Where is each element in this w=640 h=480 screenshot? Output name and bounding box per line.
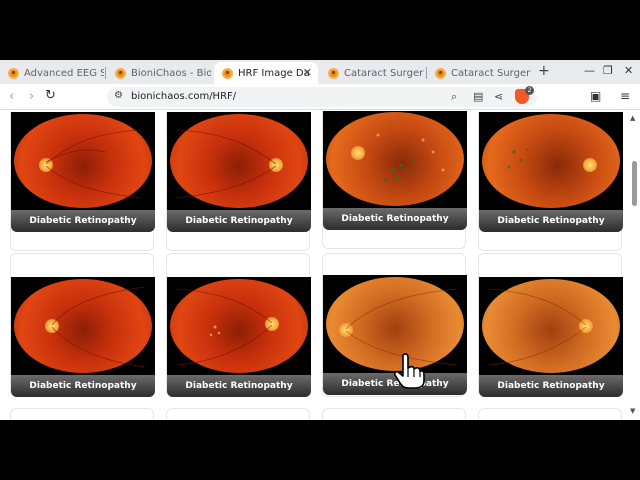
fundus-image[interactable] [479, 112, 623, 210]
forward-icon[interactable]: › [29, 89, 34, 104]
image-caption: Diabetic Retinopathy [323, 208, 467, 230]
hand-pointer-icon [393, 353, 425, 389]
sidebar-icon[interactable]: ▣ [590, 89, 601, 103]
retinal-vessels [488, 288, 587, 366]
window-close-icon[interactable]: ✕ [624, 64, 633, 77]
retinal-vessels [51, 286, 146, 368]
back-icon[interactable]: ‹ [9, 89, 14, 104]
address-bar[interactable]: ⚙ bionichaos.com/HRF/ ⌕ ▤ ⋖ 2 [107, 86, 537, 107]
restore-icon[interactable]: ❐ [603, 64, 613, 77]
tab-strip: Advanced EEG Sig BioniChaos - Bion HRF I… [0, 60, 640, 84]
image-card[interactable]: Diabetic Retinopathy [322, 111, 467, 249]
image-caption: Diabetic Retinopathy [11, 210, 155, 232]
tab-label: Advanced EEG Sig [24, 67, 104, 79]
image-card[interactable]: Diabetic Retinopathy [166, 111, 311, 251]
tab-hrf-image-data[interactable]: HRF Image Da ✕ [214, 62, 318, 84]
tab-advanced-eeg[interactable]: Advanced EEG Sig [0, 62, 104, 84]
reload-icon[interactable]: ↻ [45, 88, 56, 103]
fundus-image[interactable] [479, 277, 623, 375]
tab-label: Cataract Surgery [451, 67, 531, 79]
fundus-image[interactable] [323, 111, 467, 208]
image-caption: Diabetic Retinopathy [479, 210, 623, 232]
tab-cataract-surgery-2[interactable]: Cataract Surgery [427, 62, 531, 84]
share-icon[interactable]: ⋖ [494, 90, 503, 103]
tab-cataract-surgery-1[interactable]: Cataract Surgery [320, 62, 424, 84]
image-card[interactable]: Diabetic Retinopathy [10, 253, 155, 397]
scroll-up-icon[interactable]: ▲ [630, 114, 635, 122]
retinal-vessels [45, 129, 142, 199]
new-tab-icon[interactable]: + [538, 63, 550, 79]
zoom-search-icon[interactable]: ⌕ [451, 90, 457, 104]
retinal-vessels [176, 129, 277, 199]
menu-icon[interactable]: ≡ [620, 89, 630, 103]
fundus-image[interactable] [167, 277, 311, 375]
browser-window: Advanced EEG Sig BioniChaos - Bion HRF I… [0, 60, 640, 420]
bionichaos-favicon-icon [328, 68, 339, 79]
reader-mode-icon[interactable]: ▤ [473, 90, 483, 103]
url-text[interactable]: bionichaos.com/HRF/ [131, 91, 236, 102]
minimize-icon[interactable]: — [584, 64, 595, 77]
tab-label: BioniChaos - Bion [131, 67, 211, 79]
image-caption: Diabetic Retinopathy [479, 375, 623, 397]
image-card[interactable] [322, 408, 466, 420]
tab-bionichaos[interactable]: BioniChaos - Bion [107, 62, 211, 84]
shields-count-badge: 2 [525, 86, 534, 95]
image-card[interactable] [166, 408, 310, 420]
image-card[interactable]: Diabetic Retinopathy [10, 111, 155, 251]
site-info-icon[interactable]: ⚙ [114, 90, 123, 101]
image-card[interactable]: Diabetic Retinopathy [166, 253, 311, 397]
image-caption: Diabetic Retinopathy [11, 375, 155, 397]
retinal-vessels [176, 288, 273, 366]
scrollbar-thumb[interactable] [632, 161, 637, 206]
close-tab-icon[interactable]: ✕ [303, 66, 312, 79]
bionichaos-favicon-icon [222, 68, 233, 79]
bionichaos-favicon-icon [435, 68, 446, 79]
image-grid: Diabetic Retinopathy Diabetic Retinopath… [0, 111, 628, 420]
fundus-image[interactable] [167, 112, 311, 210]
bionichaos-favicon-icon [115, 68, 126, 79]
image-caption: Diabetic Retinopathy [167, 210, 311, 232]
tab-separator [105, 67, 106, 79]
image-card[interactable] [478, 408, 622, 420]
scroll-down-icon[interactable]: ▼ [630, 407, 635, 415]
fundus-image[interactable] [11, 112, 155, 210]
exudate-spots [507, 148, 529, 169]
tab-label: Cataract Surgery [344, 67, 424, 79]
image-card[interactable]: Diabetic Retinopathy [478, 111, 623, 251]
address-toolbar: ‹ › ↻ ⚙ bionichaos.com/HRF/ ⌕ ▤ ⋖ 2 ▣ ≡ [0, 84, 640, 110]
vertical-scrollbar[interactable]: ▲ ▼ [628, 111, 640, 420]
image-card[interactable]: Diabetic Retinopathy [478, 253, 623, 397]
image-card[interactable] [10, 408, 154, 420]
exudate-spots [376, 133, 445, 182]
fundus-image[interactable] [11, 277, 155, 375]
bionichaos-favicon-icon [8, 68, 19, 79]
image-caption: Diabetic Retinopathy [167, 375, 311, 397]
tab-label: HRF Image Da [238, 67, 310, 79]
